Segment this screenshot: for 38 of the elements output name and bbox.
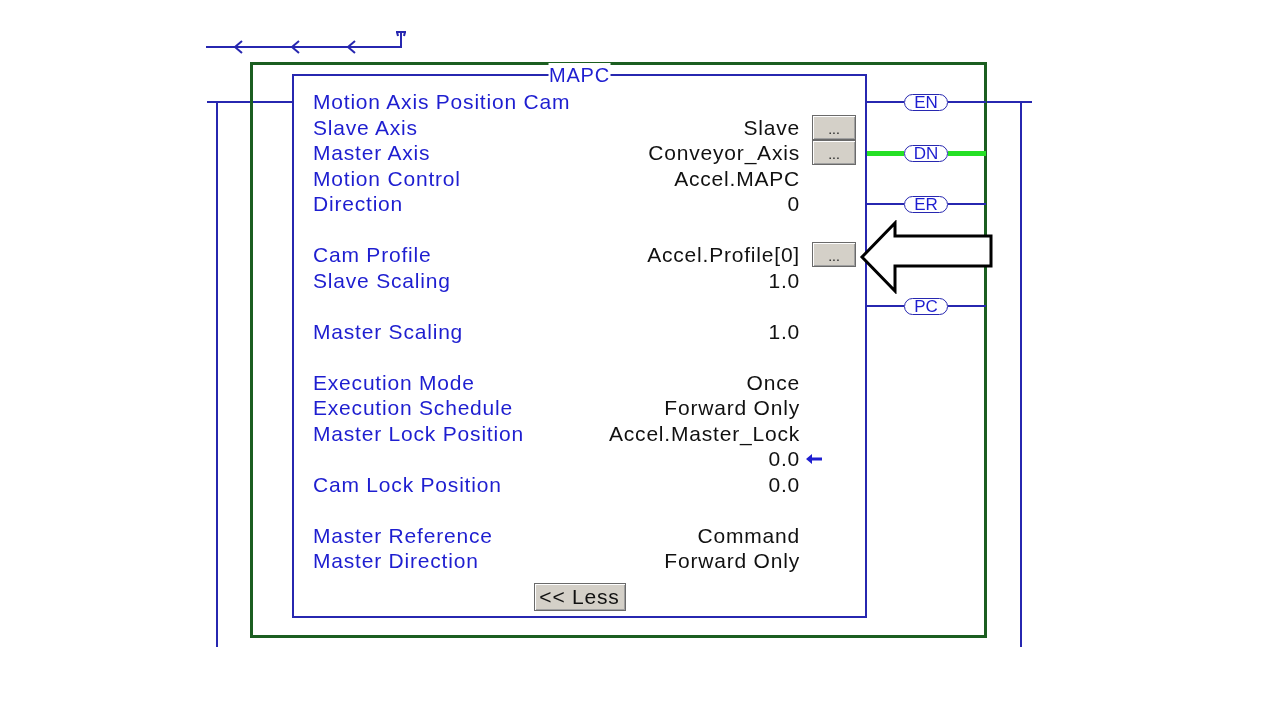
parameter-value: Conveyor_Axis xyxy=(648,140,800,167)
parameter-value: Command xyxy=(697,522,800,549)
parameter-value: Forward Only xyxy=(664,395,800,421)
parameter-value: 0.0 xyxy=(768,471,800,498)
parameter-value: Once xyxy=(746,369,800,396)
parameter-value: Accel.Master_Lock xyxy=(609,420,800,448)
parameter-label: Execution Schedule xyxy=(313,395,514,421)
parameter-label: Direction xyxy=(313,191,404,217)
parameter-label: Master Scaling xyxy=(313,318,464,345)
parameter-value: 0 xyxy=(787,191,800,217)
output-coil: DN xyxy=(903,144,949,162)
output-coil: PC xyxy=(904,297,948,315)
parameter-label: Cam Lock Position xyxy=(313,471,502,498)
parameter-label: Master Reference xyxy=(313,522,493,549)
instruction-description: Motion Axis Position Cam xyxy=(313,89,571,115)
output-coil: ER xyxy=(904,195,948,213)
parameter-value: Slave xyxy=(743,114,800,141)
live-value: 0.0 xyxy=(768,446,800,472)
parameter-label: Motion Control xyxy=(313,165,461,192)
less-button[interactable]: << Less xyxy=(533,582,626,611)
arrow-left-icon xyxy=(806,453,822,464)
rung-wire xyxy=(986,101,1032,103)
parameter-label: Cam Profile xyxy=(313,242,432,268)
parameter-label: Master Lock Position xyxy=(313,420,524,447)
browse-button[interactable]: ... xyxy=(812,114,856,140)
parameter-label: Slave Axis xyxy=(313,114,418,141)
output-coil: EN xyxy=(904,93,948,111)
parameter-label: Execution Mode xyxy=(313,369,475,396)
browse-button[interactable]: ... xyxy=(812,140,856,166)
parameter-value: 1.0 xyxy=(768,267,800,294)
parameter-value: 1.0 xyxy=(768,318,800,345)
parameter-value: Accel.Profile[0] xyxy=(647,242,800,268)
parameter-label: Master Direction xyxy=(313,548,479,574)
parameter-value: Accel.MAPC xyxy=(674,165,800,192)
parameter-label: Master Axis xyxy=(313,140,431,166)
browse-button[interactable]: ... xyxy=(812,242,856,268)
parameter-value: Forward Only xyxy=(664,548,800,574)
parameter-label: Slave Scaling xyxy=(313,267,451,294)
